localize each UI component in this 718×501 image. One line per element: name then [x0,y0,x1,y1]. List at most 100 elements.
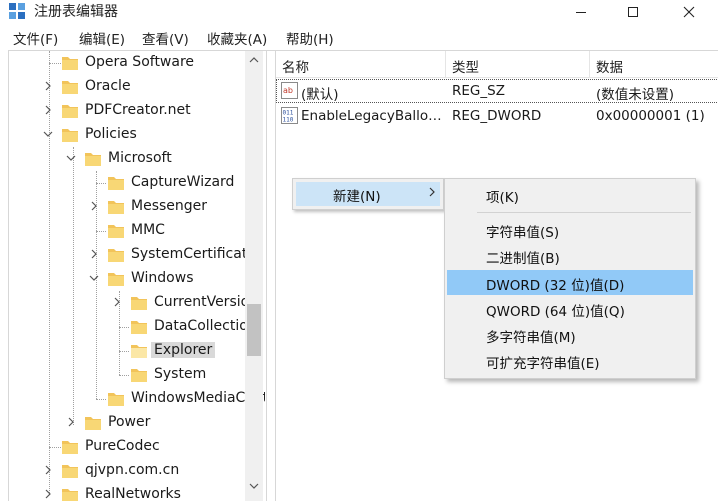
tree-scrollbar[interactable] [245,51,263,501]
submenu-item-label: 项(K) [486,190,519,206]
tree-item-microsoft[interactable]: Microsoft [9,147,247,171]
menu-view[interactable]: 查看(V) [142,28,189,48]
value-data: 0x00000001 (1) [596,108,705,124]
submenu-item-expandable-string-value[interactable]: 可扩充字符串值(E) [447,348,693,373]
chevron-right-icon[interactable] [88,248,100,260]
folder-icon [108,225,124,238]
scroll-thumb[interactable] [247,304,261,356]
tree-item-label: Microsoft [108,150,172,166]
tree-item-label: RealNetworks [85,486,181,501]
value-name: (默认) [301,87,339,103]
scroll-up-button[interactable] [245,51,263,69]
tree-item-label: Messenger [131,198,208,214]
chevron-right-icon[interactable] [111,296,123,308]
tree-item-capturewizard[interactable]: CaptureWizard [9,171,247,195]
close-button[interactable] [666,0,712,24]
submenu-item-qword-value[interactable]: QWORD (64 位)值(Q) [447,296,693,321]
folder-icon [62,105,78,118]
folder-icon [108,249,124,262]
value-row-enablelegacyballoon[interactable]: 011 110 EnableLegacyBalloonNotifications… [276,104,718,128]
submenu-item-string-value[interactable]: 字符串值(S) [447,217,693,242]
svg-text:ab: ab [283,86,293,95]
tree-item-currentversion[interactable]: CurrentVersion [9,291,258,315]
tree-item-realnetworks[interactable]: RealNetworks [9,483,247,501]
tree-item-windowsmediacenter[interactable]: WindowsMediaCenter [9,387,265,411]
folder-icon [62,441,78,454]
binary-value-icon: 011 110 [281,107,298,124]
chevron-right-icon[interactable] [42,488,54,500]
new-submenu: 项(K) 字符串值(S) 二进制值(B) DWORD (32 位)值(D) QW… [444,178,696,379]
chevron-right-icon[interactable] [88,200,100,212]
tree-item-label: CaptureWizard [131,174,235,190]
tree-item-opera-software[interactable]: Opera Software [9,51,247,75]
folder-icon [108,177,124,190]
value-name: EnableLegacyBalloonNotifications [301,108,443,124]
chevron-down-icon[interactable] [65,152,77,164]
tree-item-label: MMC [131,222,165,238]
submenu-item-label: 二进制值(B) [486,251,560,267]
tree-item-power[interactable]: Power [9,411,247,435]
value-type: REG_DWORD [452,108,542,124]
folder-icon [108,201,124,214]
tree-item-qjvpn[interactable]: qjvpn.com.cn [9,459,247,483]
tree-item-mmc[interactable]: MMC [9,219,247,243]
context-menu: 新建(N) [292,178,444,210]
tree-item-purecodec[interactable]: PureCodec [9,435,247,459]
tree-item-windows[interactable]: Windows [9,267,247,291]
tree-item-label: System [154,366,207,382]
folder-icon [131,345,147,358]
column-header-data[interactable]: 数据 [590,51,718,78]
menu-file[interactable]: 文件(F) [13,28,58,48]
column-header-name[interactable]: 名称 [276,51,446,78]
tree-item-label: qjvpn.com.cn [85,462,180,478]
tree-item-label: Power [108,414,151,430]
tree-item-system[interactable]: System [9,363,247,387]
tree-item-datacollection[interactable]: DataCollection [9,315,257,339]
submenu-item-key[interactable]: 项(K) [447,182,693,207]
folder-icon [62,57,78,70]
tree-item-oracle[interactable]: Oracle [9,75,247,99]
scroll-down-button[interactable] [245,477,263,495]
column-header-type[interactable]: 类型 [446,51,590,78]
menu-help[interactable]: 帮助(H) [286,28,334,48]
maximize-button[interactable] [610,0,656,24]
tree-item-pdfcreator[interactable]: PDFCreator.net [9,99,247,123]
submenu-item-dword-value[interactable]: DWORD (32 位)值(D) [447,270,693,295]
menu-edit[interactable]: 编辑(E) [79,28,125,48]
registry-tree[interactable]: Opera Software Oracle PDFCreator.net Pol… [9,51,265,501]
value-type: REG_SZ [452,83,505,99]
tree-item-label: SystemCertificates [131,246,264,262]
close-icon [683,6,695,18]
chevron-right-icon[interactable] [42,80,54,92]
tree-item-label: PDFCreator.net [85,102,191,118]
submenu-item-label: DWORD (32 位)值(D) [486,278,625,294]
tree-item-messenger[interactable]: Messenger [9,195,247,219]
minimize-button[interactable] [558,0,604,24]
value-row-default[interactable]: ab (默认) REG_SZ (数值未设置) [276,79,718,103]
folder-icon [85,153,101,166]
submenu-item-multi-string-value[interactable]: 多字符串值(M) [447,322,693,347]
submenu-arrow-icon [429,187,435,197]
tree-item-label: Opera Software [85,54,195,70]
chevron-down-icon[interactable] [42,128,54,140]
regedit-app-icon [9,3,25,19]
tree-item-systemcertificates[interactable]: SystemCertificates [9,243,263,267]
pane-splitter[interactable] [266,51,274,501]
tree-item-label: Oracle [85,78,131,94]
tree-item-explorer[interactable]: Explorer [9,339,247,363]
chevron-right-icon[interactable] [42,104,54,116]
folder-icon [62,489,78,501]
context-menu-new-label: 新建(N) [333,189,381,205]
folder-icon [62,465,78,478]
tree-item-policies[interactable]: Policies [9,123,247,147]
tree-item-label: PureCodec [85,438,160,454]
chevron-down-icon[interactable] [88,272,100,284]
submenu-item-label: 多字符串值(M) [486,330,576,346]
chevron-up-icon [249,57,259,63]
minimize-icon [576,12,586,13]
menu-favorites[interactable]: 收藏夹(A) [207,28,267,48]
tree-item-label: Windows [131,270,194,286]
chevron-right-icon[interactable] [65,416,77,428]
submenu-item-binary-value[interactable]: 二进制值(B) [447,243,693,268]
chevron-right-icon[interactable] [42,464,54,476]
